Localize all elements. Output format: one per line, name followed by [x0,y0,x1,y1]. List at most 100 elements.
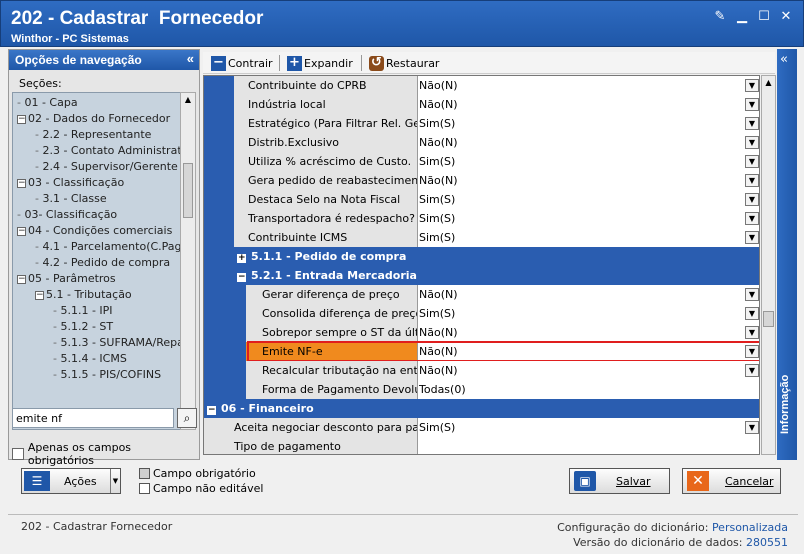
tree-item[interactable]: −03 - Classificação [17,175,124,191]
expand-button[interactable]: + Expandir [287,55,353,71]
chevron-down-icon[interactable]: ▼ [745,98,759,111]
tree-item[interactable]: - 5.1.3 - SUFRAMA/Repasse [53,335,187,351]
edit-window-icon[interactable]: ✎ [711,9,729,25]
group-header[interactable]: −06 - Financeiro [204,399,759,418]
field-select[interactable]: Sim(S) ▼ [417,190,759,209]
tree-item[interactable]: - 03- Classificação [17,207,117,223]
tree-item[interactable]: - 3.1 - Classe [35,191,107,207]
chevron-down-icon[interactable]: ▼ [745,421,759,434]
grid-row[interactable]: Recalcular tributação na entradaNão(N) ▼ [246,361,759,380]
field-select[interactable]: Não(N) ▼ [417,76,759,95]
collapse-nav-icon[interactable]: « [187,51,194,66]
grid-row[interactable]: Distrib.Exclusivo Não(N) ▼ [234,133,759,152]
collapse-group-icon[interactable]: − [207,406,216,415]
scroll-thumb[interactable] [763,311,774,327]
tree-item[interactable]: - 2.2 - Representante [35,127,151,143]
grid-row[interactable]: Gerar diferença de preço Não(N) ▼ [246,285,759,304]
grid-row[interactable]: Indústria local Não(N) ▼ [234,95,759,114]
collapse-node-icon[interactable]: − [17,227,26,236]
expand-group-icon[interactable]: + [237,254,246,263]
tree-item[interactable]: −5.1 - Tributação [35,287,132,303]
tree-item[interactable]: - 5.1.2 - ST [53,319,113,335]
close-button[interactable]: ✕ [777,9,795,25]
nav-scrollbar[interactable]: ▲ ▼ [180,92,196,430]
chevron-down-icon[interactable]: ▼ [745,212,759,225]
save-button[interactable]: ▣ Salvar [569,468,670,494]
tree-item[interactable]: - 5.1.1 - IPI [53,303,113,319]
chevron-down-icon[interactable]: ▼ [745,193,759,206]
grid-row[interactable]: Sobrepor sempre o ST da última entradaNã… [246,323,759,342]
tree-item[interactable]: −02 - Dados do Fornecedor [17,111,170,127]
field-select[interactable]: Sim(S) ▼ [417,152,759,171]
chevron-down-icon[interactable]: ▼ [110,469,120,493]
search-input[interactable]: emite nf [12,408,174,428]
field-select[interactable]: Sim(S) ▼ [417,228,759,247]
search-icon[interactable]: ⌕ [177,408,197,428]
collapse-node-icon[interactable]: − [17,179,26,188]
group-header[interactable]: −5.2.1 - Entrada Mercadoria [234,266,759,285]
collapse-node-icon[interactable]: − [35,291,44,300]
tree-item[interactable]: - 2.4 - Supervisor/Gerente [35,159,178,175]
chevron-down-icon[interactable]: ▼ [745,136,759,149]
grid-row[interactable]: Gera pedido de reabastecimento doNão(N) ▼ [234,171,759,190]
required-only-checkbox[interactable]: Apenas os campos obrigatórios [12,441,199,467]
chevron-down-icon[interactable]: ▼ [745,364,759,377]
tree-item[interactable]: −05 - Parâmetros [17,271,116,287]
field-value[interactable] [417,437,759,454]
tree-item[interactable]: - 01 - Capa [17,95,78,111]
info-panel[interactable]: « Informação [777,49,797,460]
scroll-up-icon[interactable]: ▲ [181,93,195,107]
field-select[interactable]: Sim(S) ▼ [417,114,759,133]
field-select[interactable]: Sim(S) ▼ [417,209,759,228]
chevron-down-icon[interactable]: ▼ [745,117,759,130]
minimize-button[interactable]: ▁ [733,9,751,25]
field-select[interactable]: Não(N) ▼ [417,285,759,304]
grid-row[interactable]: Contribuinte do CPRB Não(N) ▼ [234,76,759,95]
actions-button[interactable]: ☰ Ações ▼ [21,468,121,494]
tree-item[interactable]: - 5.1.4 - ICMS [53,351,127,367]
scroll-thumb[interactable] [183,163,193,218]
grid-row[interactable]: Tipo de pagamento [204,437,759,454]
expand-info-icon[interactable]: « [780,52,788,67]
restore-button[interactable]: ↺ Restaurar [369,55,439,71]
grid-row[interactable]: Contribuinte ICMS Sim(S) ▼ [234,228,759,247]
collapse-group-icon[interactable]: − [237,273,246,282]
tree-item[interactable]: - 2.3 - Contato Administrativo [35,143,187,159]
chevron-down-icon[interactable]: ▼ [745,326,759,339]
field-select[interactable]: Não(N) ▼ [417,171,759,190]
chevron-down-icon[interactable]: ▼ [745,79,759,92]
grid-row[interactable]: Aceita negociar desconto para pagamentoS… [204,418,759,437]
cancel-button[interactable]: ✕ Cancelar [682,468,781,494]
grid-row[interactable]: Utiliza % acréscimo de Custo. Sim(S) ▼ [234,152,759,171]
chevron-down-icon[interactable]: ▼ [745,174,759,187]
chevron-down-icon[interactable]: ▼ [745,155,759,168]
scroll-up-icon[interactable]: ▲ [762,76,775,90]
field-value[interactable]: Todas(0) [417,380,759,399]
checkbox-box[interactable] [12,448,24,460]
grid-row[interactable]: Forma de Pagamento DevoluçãoTodas(0) [246,380,759,399]
maximize-button[interactable]: ☐ [755,9,773,25]
collapse-button[interactable]: − Contrair [211,55,273,71]
grid-row[interactable]: Estratégico (Para Filtrar Rel. Gerenciai… [234,114,759,133]
field-select[interactable]: Não(N) ▼ [417,95,759,114]
chevron-down-icon[interactable]: ▼ [745,231,759,244]
chevron-down-icon[interactable]: ▼ [745,307,759,320]
grid-row[interactable]: Consolida diferença de preço Sim(S) ▼ [246,304,759,323]
tree-item[interactable]: - 5.1.5 - PIS/COFINS [53,367,161,383]
field-select[interactable]: Sim(S) ▼ [417,418,759,437]
field-select[interactable]: Não(N) ▼ [417,133,759,152]
field-select[interactable]: Não(N) ▼ [417,323,759,342]
field-select[interactable]: Não(N) ▼ [417,361,759,380]
chevron-down-icon[interactable]: ▼ [745,288,759,301]
collapse-node-icon[interactable]: − [17,115,26,124]
tree-item[interactable]: - 4.2 - Pedido de compra [35,255,170,271]
sections-tree[interactable]: - 01 - Capa −02 - Dados do Fornecedor - 2.… [12,92,188,430]
grid-row[interactable]: Transportadora é redespacho? Sim(S) ▼ [234,209,759,228]
group-header[interactable]: +5.1.1 - Pedido de compra [234,247,759,266]
grid-scrollbar[interactable]: ▲ [761,75,776,455]
collapse-node-icon[interactable]: − [17,275,26,284]
grid-row[interactable]: Destaca Selo na Nota Fiscal Sim(S) ▼ [234,190,759,209]
field-select[interactable]: Sim(S) ▼ [417,304,759,323]
tree-item[interactable]: −04 - Condições comerciais [17,223,172,239]
tree-item[interactable]: - 4.1 - Parcelamento(C.Pagamento) [35,239,187,255]
